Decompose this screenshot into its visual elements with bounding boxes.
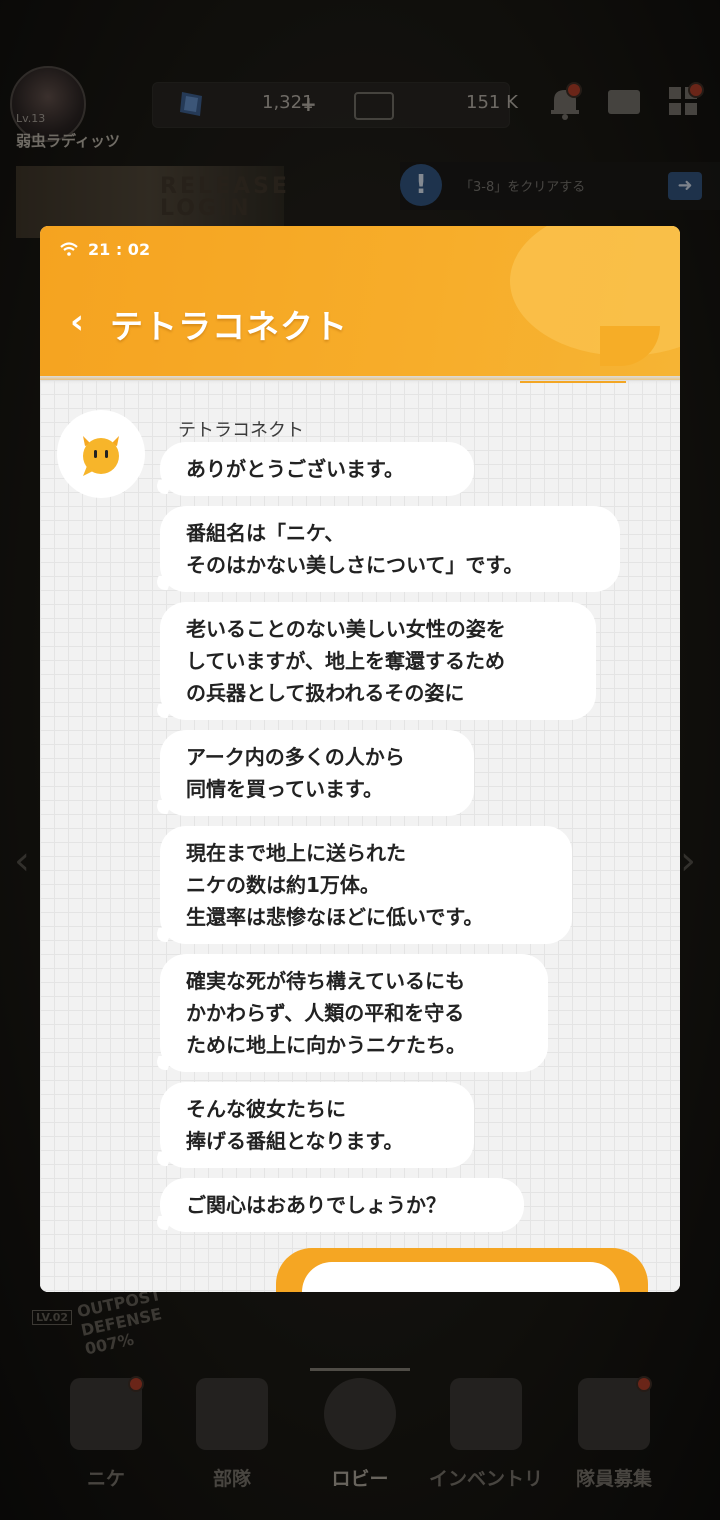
phone-header: 21 : 02 ‹ テトラコネクト — [40, 226, 680, 380]
reply-option-inner[interactable] — [302, 1262, 620, 1292]
tetra-connect-panel: 21 : 02 ‹ テトラコネクト テトラコネクト ありがとうございます。 番組… — [40, 226, 680, 1292]
message-bubble: 番組名は「ニケ、 そのはかない美しさについて」です。 — [160, 506, 620, 592]
back-chevron-icon[interactable]: ‹ — [70, 302, 84, 342]
chat-title: テトラコネクト — [110, 307, 348, 346]
status-time: 21 : 02 — [88, 240, 151, 259]
message-bubble: 確実な死が待ち構えているにも かかわらず、人類の平和を守る ために地上に向かうニ… — [160, 954, 548, 1072]
message-bubble: ありがとうございます。 — [160, 442, 474, 496]
sender-name: テトラコネクト — [178, 420, 304, 441]
message-bubble: 老いることのない美しい女性の姿を していますが、地上を奪還するため の兵器として… — [160, 602, 596, 720]
message-bubble: アーク内の多くの人から 同情を買っています。 — [160, 730, 474, 816]
message-bubble: 現在まで地上に送られた ニケの数は約1万体。 生還率は悲惨なほどに低いです。 — [160, 826, 572, 944]
message-bubble: ご関心はおありでしょうか？ — [160, 1178, 524, 1232]
tetra-mascot-icon — [83, 436, 119, 476]
scroll-indicator — [520, 381, 626, 383]
wifi-icon — [60, 242, 78, 256]
message-bubble: そんな彼女たちに 捧げる番組となります。 — [160, 1082, 474, 1168]
header-decoration — [600, 326, 660, 366]
